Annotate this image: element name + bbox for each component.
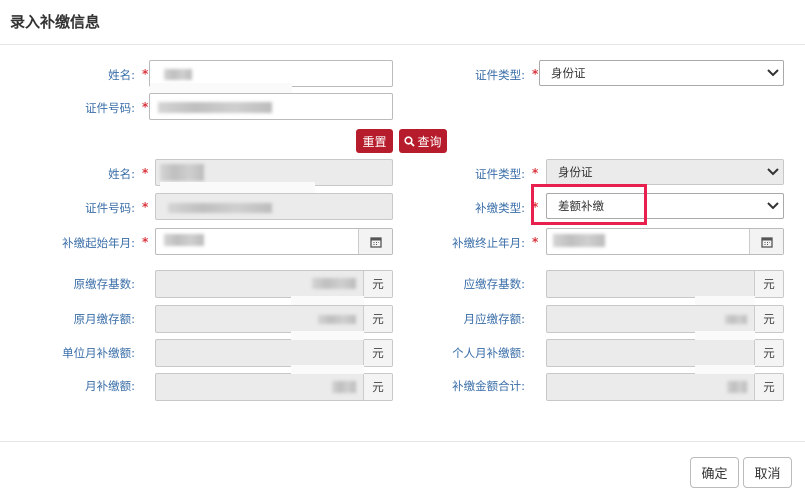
query-idno-label: 证件号码:	[85, 101, 135, 115]
yuan-unit: 元	[754, 374, 783, 400]
required-mark: *	[532, 67, 539, 81]
yuan-unit: 元	[363, 374, 392, 400]
end-calendar-button[interactable]	[749, 229, 783, 254]
required-mark: *	[142, 67, 149, 81]
yuan-unit: 元	[363, 271, 392, 297]
blurred-value	[727, 381, 747, 393]
redaction-mask	[291, 296, 364, 305]
query-idno-input[interactable]	[149, 93, 393, 120]
redaction-mask	[695, 331, 755, 340]
person-month-label: 个人月补缴额:	[452, 346, 525, 360]
yuan-unit: 元	[754, 306, 783, 332]
due-month-field: 元	[546, 305, 784, 333]
blurred-value	[553, 234, 605, 247]
unit-month-field: 元	[155, 339, 393, 367]
idtype-label: 证件类型:	[475, 167, 525, 181]
redaction-mask	[291, 365, 364, 374]
search-button[interactable]: 查询	[399, 129, 447, 153]
orig-month-label: 原月缴存额:	[73, 312, 135, 326]
blurred-value	[158, 102, 272, 113]
due-base-field: 元	[546, 270, 784, 298]
yuan-unit: 元	[754, 271, 783, 297]
month-pay-field: 元	[155, 373, 393, 401]
redaction-mask	[695, 365, 755, 374]
paytype-label: 补缴类型:	[475, 201, 525, 215]
required-mark: *	[532, 166, 539, 180]
search-icon	[404, 135, 416, 147]
total-field: 元	[546, 373, 784, 401]
chevron-down-icon	[767, 168, 779, 176]
blurred-value	[332, 381, 356, 393]
calendar-icon	[760, 236, 773, 248]
unit-month-label: 单位月补缴额:	[62, 346, 135, 360]
blurred-value	[312, 278, 356, 289]
month-pay-label: 月补缴额:	[85, 379, 135, 393]
person-month-field: 元	[546, 339, 784, 367]
idno-field	[155, 193, 393, 220]
chevron-down-icon	[767, 69, 779, 77]
yuan-unit: 元	[754, 340, 783, 366]
start-calendar-button[interactable]	[358, 229, 392, 254]
dialog-title: 录入补缴信息	[10, 13, 101, 31]
orig-month-field: 元	[155, 305, 393, 333]
footer-divider	[0, 441, 805, 442]
idtype-select: 身份证	[546, 159, 784, 185]
required-mark: *	[142, 100, 149, 114]
required-mark: *	[532, 235, 539, 249]
required-mark: *	[142, 200, 149, 214]
end-month-label: 补缴终止年月:	[452, 236, 525, 250]
blurred-value	[160, 164, 204, 181]
due-base-label: 应缴存基数:	[463, 277, 525, 291]
header-divider	[0, 44, 805, 45]
blurred-value	[318, 315, 356, 324]
chevron-down-icon	[767, 202, 779, 210]
search-button-label: 查询	[417, 134, 442, 149]
idtype-value: 身份证	[558, 165, 593, 179]
start-month-label: 补缴起始年月:	[62, 236, 135, 250]
start-month-input[interactable]	[155, 228, 393, 255]
blurred-value	[725, 315, 747, 324]
blurred-value	[164, 69, 192, 80]
redaction-mask	[695, 296, 755, 305]
orig-base-field: 元	[155, 270, 393, 298]
query-idtype-label: 证件类型:	[475, 68, 525, 82]
name-label: 姓名:	[108, 167, 135, 181]
required-mark: *	[142, 235, 149, 249]
confirm-button[interactable]: 确定	[690, 457, 739, 488]
end-month-input[interactable]	[546, 228, 784, 255]
redaction-mask	[150, 83, 292, 93]
blurred-value	[168, 203, 272, 213]
yuan-unit: 元	[363, 306, 392, 332]
blurred-value	[164, 234, 204, 246]
total-label: 补缴金额合计:	[452, 379, 525, 393]
query-idtype-value: 身份证	[551, 66, 586, 80]
reset-button[interactable]: 重置	[356, 129, 393, 153]
orig-base-label: 原缴存基数:	[73, 277, 135, 291]
yuan-unit: 元	[363, 340, 392, 366]
query-idtype-select[interactable]: 身份证	[539, 60, 784, 86]
query-name-label: 姓名:	[108, 68, 135, 82]
idno-label: 证件号码:	[85, 201, 135, 215]
due-month-label: 月应缴存额:	[463, 312, 525, 326]
cancel-button[interactable]: 取消	[743, 457, 792, 488]
redaction-mask	[291, 331, 364, 340]
calendar-icon	[369, 236, 382, 248]
required-mark: *	[142, 166, 149, 180]
highlight-box	[531, 184, 647, 225]
